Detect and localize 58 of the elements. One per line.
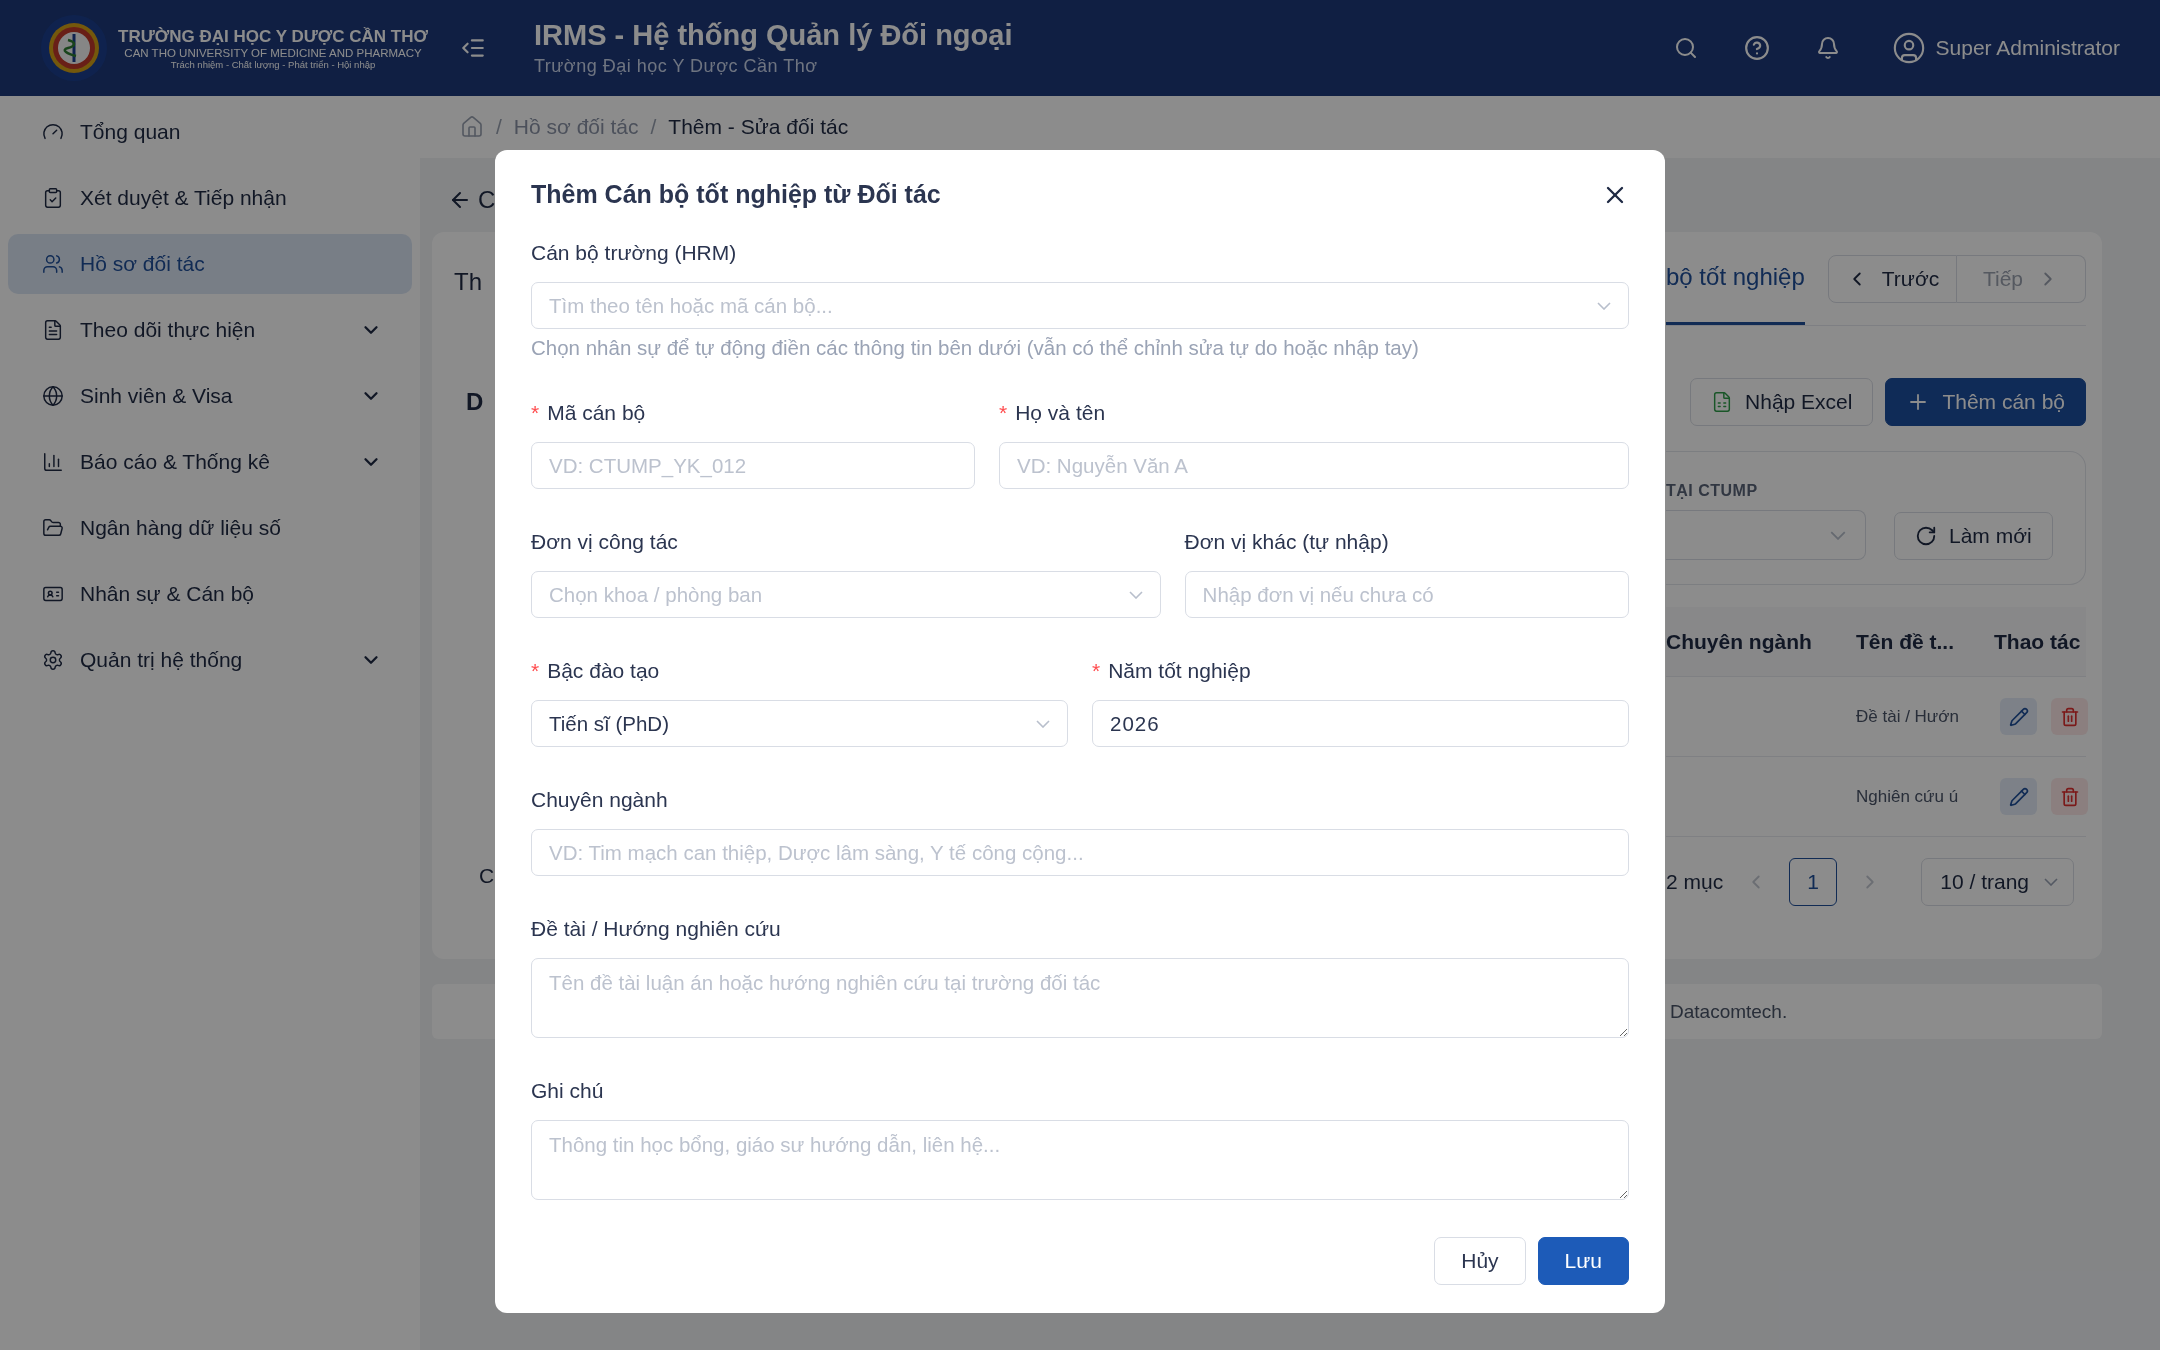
field-label: * Bậc đào tạo <box>531 659 661 683</box>
sidebar-item[interactable]: Theo dõi thực hiện <box>8 300 412 360</box>
app-subtitle: Trường Đại học Y Dược Cần Thơ <box>534 56 819 77</box>
app-title: IRMS - Hệ thống Quản lý Đối ngoại <box>534 19 1014 52</box>
footer-text: Datacomtech. <box>1670 1000 1788 1023</box>
school-name-english: CAN THO UNIVERSITY OF MEDICINE AND PHARMACY <box>124 46 422 59</box>
table-cell-text: Nghiên cứu ú <box>1856 786 1960 807</box>
refresh-button[interactable]: Làm mới <box>1894 512 2053 560</box>
dialog-title: Thêm Cán bộ tốt nghiệp từ Đối tác <box>531 180 941 209</box>
field-label: Đơn vị công tác <box>531 530 679 554</box>
input-field[interactable]: VD: Nguyễn Văn A <box>999 442 1629 489</box>
input-field[interactable]: 2026 <box>1092 700 1629 747</box>
page-size-select[interactable]: 10 / trang <box>1921 858 2074 906</box>
field-label: Chuyên ngành <box>531 788 669 812</box>
tab-label: Th <box>454 268 483 296</box>
field-label: * Mã cán bộ <box>531 401 647 425</box>
save-button[interactable]: Lưu <box>1537 1237 1629 1285</box>
help-text: Chọn nhân sự để tự động điền các thông tin bên dưới (vẫn có thể chỉnh sửa tự do hoặc nhập tay) <box>531 336 1420 360</box>
page-title: C <box>478 186 496 214</box>
sidebar-item[interactable]: Ngân hàng dữ liệu số <box>8 498 412 558</box>
page-button[interactable]: 1 <box>1789 858 1838 906</box>
sidebar-item[interactable]: Báo cáo & Thống kê <box>8 432 412 492</box>
select-field[interactable]: Tiến sĩ (PhD) <box>531 700 1068 747</box>
input-field[interactable]: VD: Tim mạch can thiệp, Dược lâm sàng, Y tế công cộng... <box>531 829 1629 876</box>
sidebar-item[interactable]: Sinh viên & Visa <box>8 366 412 426</box>
sidebar-item[interactable]: Nhân sự & Cán bộ <box>8 564 412 624</box>
field-label: * Năm tốt nghiệp <box>1092 659 1252 683</box>
pagination-text: C <box>479 864 496 888</box>
field-label: Ghi chú <box>531 1079 605 1103</box>
breadcrumb-separator: / <box>650 115 657 139</box>
total-count: 2 mục <box>1666 870 1724 894</box>
sidebar-item[interactable]: Quản trị hệ thống <box>8 630 412 690</box>
user-name[interactable]: Super Administrator <box>1935 36 2120 60</box>
text-area[interactable]: Tên đề tài luận án hoặc hướng nghiên cứu tại trường đối tác <box>531 958 1629 1038</box>
breadcrumb-separator: / <box>496 115 502 139</box>
breadcrumb-current: Thêm - Sửa đối tác <box>668 115 849 139</box>
school-motto: Trách nhiệm - Chất lượng - Phát triển - Hội nhập <box>170 58 376 70</box>
import-excel-button[interactable]: Nhập Excel <box>1690 378 1874 426</box>
column-header: Thao tác <box>1994 629 2082 654</box>
filter-label: TẠI CTUMP <box>1666 482 1759 500</box>
previous-button[interactable]: Trước <box>1828 254 1957 303</box>
add-button[interactable]: Thêm cán bộ <box>1885 378 2086 426</box>
input-field[interactable]: VD: CTUMP_YK_012 <box>531 442 975 489</box>
school-name: TRƯỜNG ĐẠI HỌC Y DƯỢC CẦN THƠ <box>118 26 429 47</box>
cancel-button[interactable]: Hủy <box>1434 1237 1526 1285</box>
sidebar-item[interactable]: Xét duyệt & Tiếp nhận <box>8 168 412 228</box>
table-cell-text: Đề tài / Hướn <box>1856 706 1960 727</box>
field-label: * Họ và tên <box>999 401 1107 425</box>
sidebar-item[interactable]: Tổng quan <box>8 102 412 162</box>
section-heading: D <box>466 388 485 416</box>
field-label: Đề tài / Hướng nghiên cứu <box>531 917 782 941</box>
field-label: Đơn vị khác (tự nhập) <box>1184 530 1390 554</box>
sidebar-item[interactable]: Hồ sơ đối tác <box>8 234 412 294</box>
text-area[interactable]: Thông tin học bổng, giáo sư hướng dẫn, liên hệ... <box>531 1120 1629 1200</box>
column-header: Tên đề t... <box>1856 629 1955 654</box>
field-label: Cán bộ trường (HRM) <box>531 241 738 265</box>
input-field[interactable]: Nhập đơn vị nếu chưa có <box>1184 571 1629 618</box>
column-header: Chuyên ngành <box>1666 629 1813 654</box>
